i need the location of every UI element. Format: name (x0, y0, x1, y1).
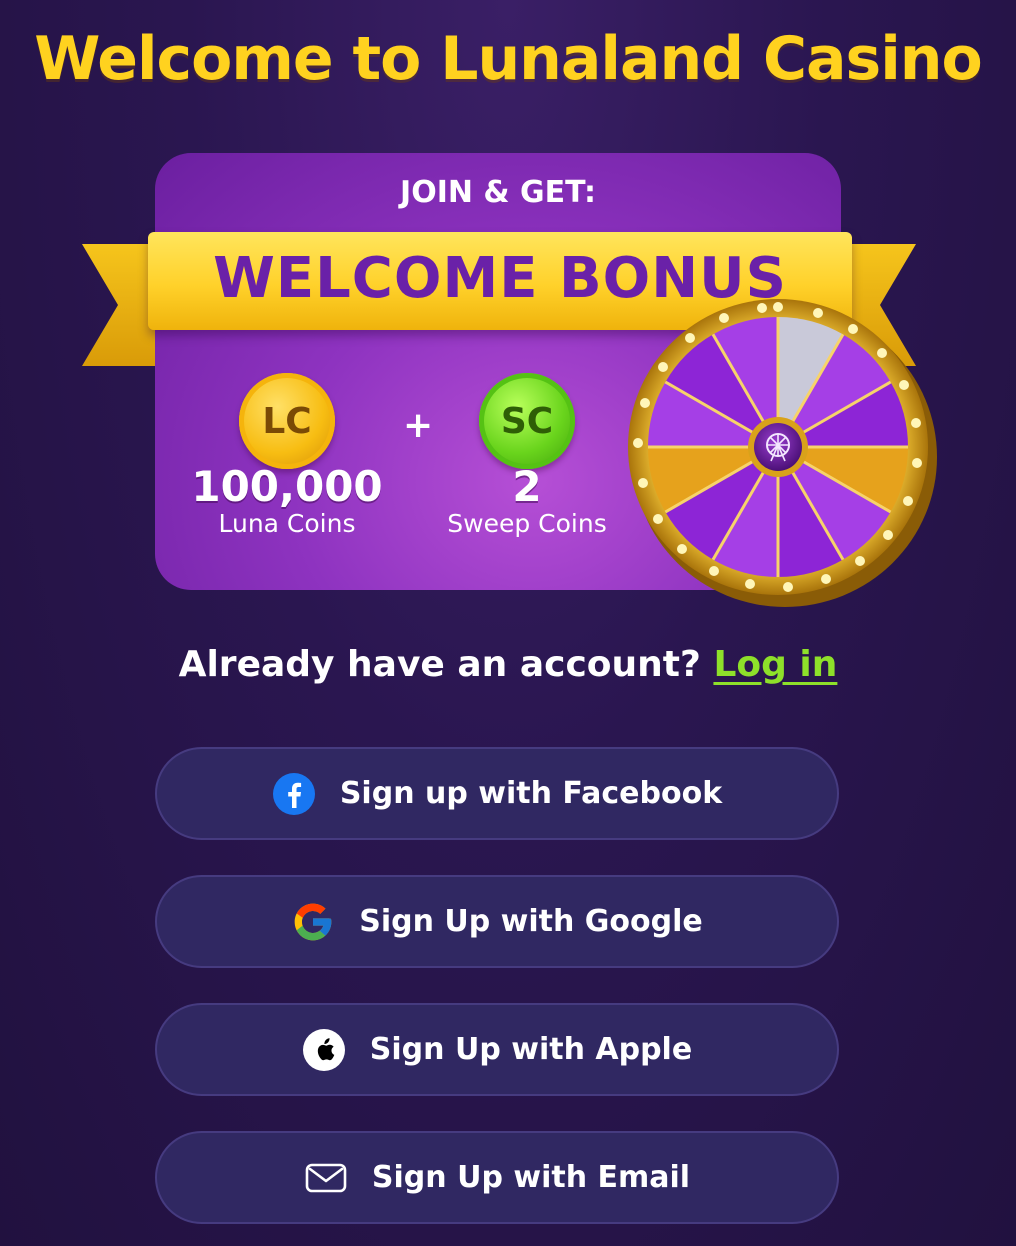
login-link[interactable]: Log in (713, 644, 837, 685)
google-icon (291, 900, 335, 944)
luna-coin-icon: LC (239, 373, 335, 469)
signup-apple-button[interactable]: Sign Up with Apple (155, 1003, 839, 1096)
signup-google-button[interactable]: Sign Up with Google (155, 875, 839, 968)
sweep-coins-amount: 2 (512, 462, 542, 511)
prize-wheel-icon (620, 292, 940, 612)
luna-coins-group: LC 100,000 Luna Coins (187, 373, 387, 538)
signup-apple-label: Sign Up with Apple (369, 1032, 693, 1067)
email-icon (304, 1156, 348, 1200)
join-label: JOIN & GET: (400, 175, 596, 210)
account-prompt-text: Already have an account? (178, 644, 701, 685)
account-prompt-line: Already have an account? Log in (0, 644, 1016, 685)
signup-facebook-button[interactable]: Sign up with Facebook (155, 747, 839, 840)
sweep-coin-icon: SC (479, 373, 575, 469)
signup-facebook-label: Sign up with Facebook (339, 776, 723, 811)
sweep-coins-group: SC 2 Sweep Coins (427, 373, 627, 538)
facebook-icon (272, 772, 316, 816)
prize-wheel-graphic (628, 299, 937, 607)
signup-email-button[interactable]: Sign Up with Email (155, 1131, 839, 1224)
apple-icon (302, 1028, 346, 1072)
page-title: Welcome to Lunaland Casino (34, 24, 982, 94)
sweep-coins-label: Sweep Coins (447, 509, 607, 538)
signup-google-label: Sign Up with Google (359, 904, 703, 939)
signup-email-label: Sign Up with Email (371, 1160, 691, 1195)
luna-coins-amount: 100,000 (191, 462, 383, 511)
luna-coins-label: Luna Coins (218, 509, 356, 538)
